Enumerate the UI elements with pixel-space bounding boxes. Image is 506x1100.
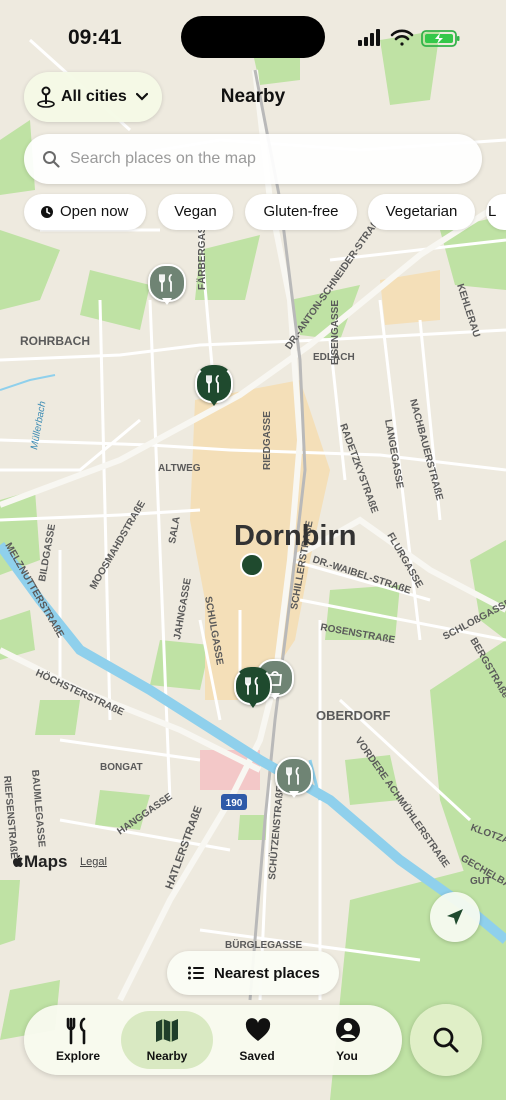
- apple-logo-icon: [13, 855, 23, 867]
- map-label-oberdorf: OBERDORF: [316, 708, 390, 723]
- filter-chip-label: L: [488, 203, 497, 220]
- location-pin-icon: [37, 86, 55, 108]
- nearest-places-label: Nearest places: [214, 965, 320, 982]
- city-center-marker: [240, 553, 264, 577]
- filter-chip-open-now[interactable]: Open now: [24, 194, 146, 230]
- map-label-bongat: BONGAT: [100, 762, 143, 773]
- tab-nearby[interactable]: Nearby: [121, 1011, 213, 1069]
- filter-chip-vegan[interactable]: Vegan: [158, 194, 233, 230]
- tab-label: Nearby: [146, 1049, 188, 1063]
- dynamic-island: [181, 16, 325, 58]
- fork-knife-icon: [286, 767, 299, 785]
- maps-logo: Maps: [12, 852, 67, 872]
- restaurant-pin[interactable]: [234, 667, 272, 708]
- person-circle-icon: [336, 1018, 360, 1042]
- nearest-places-button[interactable]: Nearest places: [167, 951, 339, 995]
- fork-knife-icon: [66, 1017, 86, 1045]
- filter-chip-label: Gluten-free: [263, 203, 339, 220]
- status-bar: 09:41: [0, 0, 506, 70]
- page-title: Nearby: [220, 86, 286, 107]
- search-icon: [43, 151, 60, 168]
- tab-explore[interactable]: Explore: [32, 1011, 124, 1069]
- search-button[interactable]: [410, 1004, 482, 1076]
- fork-knife-icon: [206, 375, 219, 393]
- fork-knife-icon: [245, 677, 258, 695]
- map-label-rohrbach: ROHRBACH: [20, 334, 90, 348]
- map-label-buerglegasse: BÜRGLEGASSE: [225, 938, 303, 951]
- filter-chip-label: Open now: [60, 203, 129, 220]
- restaurant-pin[interactable]: [275, 757, 313, 798]
- tab-saved[interactable]: Saved: [211, 1011, 303, 1069]
- restaurant-pin[interactable]: [148, 264, 186, 305]
- tab-bar: Explore Nearby Saved You: [24, 1005, 402, 1075]
- tab-label: You: [336, 1049, 358, 1063]
- city-selector-button[interactable]: All cities: [24, 72, 162, 122]
- filter-chip-label: Vegan: [174, 203, 217, 220]
- search-icon: [433, 1027, 459, 1053]
- map-label-eisengasse: EISENGASSE: [330, 300, 341, 365]
- list-icon: [188, 966, 204, 980]
- tab-you[interactable]: You: [301, 1011, 393, 1069]
- route-badge: 190: [221, 794, 247, 810]
- fork-knife-icon: [159, 274, 172, 292]
- filter-chip-gluten-free[interactable]: Gluten-free: [245, 194, 357, 230]
- map-search-bar[interactable]: Search places on the map: [24, 134, 482, 184]
- map-icon: [156, 1019, 178, 1042]
- filter-chip-vegetarian[interactable]: Vegetarian: [368, 194, 475, 230]
- map-label-altweg: ALTWEG: [158, 463, 201, 474]
- city-selector-label: All cities: [61, 88, 127, 105]
- tab-label: Saved: [239, 1049, 275, 1063]
- locate-me-button[interactable]: [430, 892, 480, 942]
- legal-link[interactable]: Legal: [80, 856, 107, 868]
- map-label-city: Dornbirn: [234, 520, 356, 552]
- status-time: 09:41: [68, 26, 122, 49]
- heart-icon: [245, 1018, 271, 1041]
- wifi-icon: [390, 29, 414, 46]
- restaurant-pin[interactable]: [195, 365, 233, 406]
- svg-text:190: 190: [226, 798, 243, 809]
- location-arrow-icon: [447, 909, 463, 925]
- tab-label: Explore: [55, 1049, 100, 1063]
- filter-chip-label: Vegetarian: [385, 203, 458, 220]
- map-label-riedgasse: RIEDGASSE: [262, 411, 273, 470]
- cellular-signal-icon: [358, 29, 380, 46]
- battery-charging-icon: [421, 30, 460, 47]
- search-placeholder: Search places on the map: [70, 150, 256, 167]
- chevron-down-icon: [136, 92, 148, 101]
